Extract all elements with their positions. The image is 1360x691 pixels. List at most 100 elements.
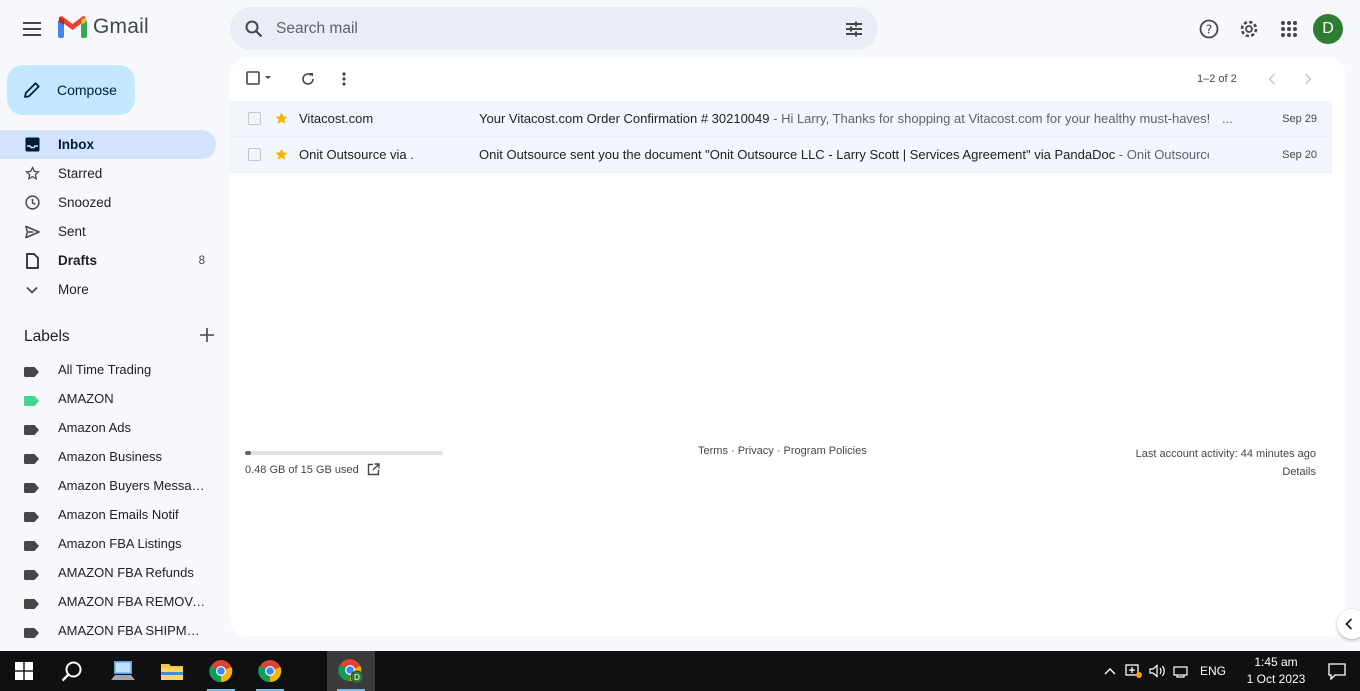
search-icon[interactable] bbox=[232, 20, 276, 38]
sidebar-item-sent[interactable]: Sent bbox=[0, 217, 216, 246]
sidebar-item-label: Sent bbox=[58, 224, 86, 239]
pencil-icon bbox=[24, 82, 40, 98]
windows-taskbar: D ENG 1:45 am 1 Oct 2023 bbox=[0, 651, 1360, 691]
network-warning-icon[interactable] bbox=[1122, 651, 1146, 691]
email-snippet: - Onit Outsource s... bbox=[1118, 147, 1209, 162]
chrome-profile-icon: D bbox=[338, 659, 364, 684]
app-name: Gmail bbox=[93, 15, 149, 38]
sidebar-item-more[interactable]: More bbox=[0, 275, 216, 304]
star-icon bbox=[24, 166, 40, 182]
label-name: AMAZON FBA REMOVAL bbox=[58, 594, 206, 609]
label-item[interactable]: Amazon Emails Notif bbox=[0, 500, 216, 529]
label-item[interactable]: Amazon FBA Listings bbox=[0, 529, 216, 558]
label-item[interactable]: Amazon Business bbox=[0, 442, 216, 471]
label-name: Amazon Business bbox=[58, 449, 163, 464]
activity-details-link[interactable]: Details bbox=[1136, 463, 1316, 481]
list-toolbar: 1–2 of 2 bbox=[230, 58, 1345, 100]
sidebar-item-label: Starred bbox=[58, 166, 103, 181]
top-bar: Gmail ? D bbox=[0, 0, 1360, 58]
sidebar-item-starred[interactable]: Starred bbox=[0, 159, 216, 188]
windows-start-button[interactable] bbox=[0, 651, 48, 691]
email-subject-line: Your Vitacost.com Order Confirmation # 3… bbox=[479, 111, 1239, 126]
apps-grid-icon[interactable] bbox=[1269, 9, 1309, 49]
compose-label: Compose bbox=[57, 82, 117, 98]
windows-logo-icon bbox=[15, 662, 33, 680]
older-page-icon[interactable] bbox=[1298, 69, 1318, 89]
input-language[interactable]: ENG bbox=[1194, 664, 1232, 678]
open-external-icon[interactable] bbox=[367, 463, 380, 476]
label-item[interactable]: All Time Trading bbox=[0, 355, 216, 384]
row-checkbox[interactable] bbox=[248, 148, 261, 161]
label-name: Amazon Buyers Messag... bbox=[58, 478, 206, 493]
label-tag-icon bbox=[24, 481, 39, 493]
network-icon[interactable] bbox=[1170, 651, 1194, 691]
email-subject: Your Vitacost.com Order Confirmation # 3… bbox=[479, 111, 770, 126]
taskbar-search-button[interactable] bbox=[48, 651, 96, 691]
sidebar-item-label: Inbox bbox=[58, 137, 94, 152]
label-item[interactable]: AMAZON FBA Refunds bbox=[0, 558, 216, 587]
search-bar[interactable] bbox=[230, 7, 878, 50]
label-name: AMAZON FBA SHIPMEN... bbox=[58, 623, 206, 638]
activity-text: Last account activity: 44 minutes ago bbox=[1135, 448, 1316, 460]
compose-button[interactable]: Compose bbox=[7, 65, 135, 115]
label-item[interactable]: AMAZON FBA SHIPMEN... bbox=[0, 616, 216, 645]
label-item[interactable]: AMAZON FBA REMOVAL bbox=[0, 587, 216, 616]
newer-page-icon[interactable] bbox=[1262, 69, 1282, 89]
chevron-down-icon bbox=[24, 282, 40, 298]
caret-down-icon[interactable] bbox=[260, 71, 276, 85]
sidebar-item-inbox[interactable]: Inbox bbox=[0, 130, 216, 159]
refresh-icon[interactable] bbox=[298, 69, 318, 89]
gmail-logo[interactable]: Gmail bbox=[58, 15, 149, 39]
row-checkbox[interactable] bbox=[248, 112, 261, 125]
mail-list: Vitacost.com Your Vitacost.com Order Con… bbox=[230, 101, 1332, 173]
label-name: Amazon FBA Listings bbox=[58, 536, 182, 551]
label-name: Amazon Emails Notif bbox=[58, 507, 179, 522]
add-label-icon[interactable] bbox=[200, 327, 214, 347]
storage-fill bbox=[245, 451, 252, 455]
send-icon bbox=[24, 224, 40, 240]
system-tray: ENG 1:45 am 1 Oct 2023 bbox=[1098, 651, 1360, 691]
sidebar-item-label: Snoozed bbox=[58, 195, 112, 210]
label-name: Amazon Ads bbox=[58, 420, 131, 435]
main-menu-button[interactable] bbox=[12, 9, 52, 49]
account-avatar[interactable]: D bbox=[1313, 14, 1343, 44]
email-row[interactable]: Onit Outsource via . Onit Outsource sent… bbox=[230, 137, 1332, 173]
search-options-icon[interactable] bbox=[830, 21, 878, 37]
sidebar-item-label: Drafts bbox=[58, 253, 98, 268]
sidebar-item-snoozed[interactable]: Snoozed bbox=[0, 188, 216, 217]
labels-list: All Time Trading AMAZON Amazon Ads Amazon B… bbox=[0, 355, 216, 645]
footer-links[interactable]: Terms · Privacy · Program Policies bbox=[698, 445, 867, 457]
main-panel: 1–2 of 2 Vitacost.com Your Vitacost.com … bbox=[230, 58, 1345, 636]
taskbar-chrome-profile-d[interactable]: D bbox=[327, 651, 375, 691]
taskbar-chrome-1[interactable] bbox=[197, 651, 245, 691]
taskbar-file-explorer[interactable] bbox=[148, 651, 196, 691]
sidebar-nav: Inbox Starred Snoozed Sent Drafts 8 More bbox=[0, 130, 216, 304]
taskbar-this-pc[interactable] bbox=[99, 651, 147, 691]
folder-icon bbox=[161, 664, 183, 680]
volume-icon[interactable] bbox=[1146, 651, 1170, 691]
label-item[interactable]: AMAZON bbox=[0, 384, 216, 413]
starred-icon[interactable] bbox=[274, 111, 289, 126]
more-vert-icon[interactable] bbox=[334, 69, 354, 89]
label-item[interactable]: Amazon Ads bbox=[0, 413, 216, 442]
taskbar-clock[interactable]: 1:45 am 1 Oct 2023 bbox=[1238, 654, 1314, 688]
search-input[interactable] bbox=[276, 19, 830, 38]
taskbar-chrome-2[interactable] bbox=[246, 651, 294, 691]
label-tag-icon bbox=[24, 452, 39, 464]
settings-gear-icon[interactable] bbox=[1229, 9, 1269, 49]
header-actions: ? D bbox=[1189, 9, 1346, 49]
show-hidden-icons-icon[interactable] bbox=[1098, 651, 1122, 691]
starred-icon[interactable] bbox=[274, 147, 289, 162]
email-more-indicator: ... bbox=[1222, 111, 1233, 126]
label-name: AMAZON bbox=[58, 391, 114, 406]
email-row[interactable]: Vitacost.com Your Vitacost.com Order Con… bbox=[230, 101, 1332, 137]
email-sender: Onit Outsource via . bbox=[299, 147, 414, 162]
account-activity: Last account activity: 44 minutes ago De… bbox=[1136, 445, 1316, 481]
select-all-checkbox[interactable] bbox=[246, 71, 276, 85]
drafts-count: 8 bbox=[198, 254, 205, 267]
notifications-icon[interactable] bbox=[1314, 651, 1360, 691]
sidebar-item-drafts[interactable]: Drafts 8 bbox=[0, 246, 216, 275]
help-icon[interactable]: ? bbox=[1189, 9, 1229, 49]
side-panel-toggle[interactable] bbox=[1337, 609, 1360, 639]
label-item[interactable]: Amazon Buyers Messag... bbox=[0, 471, 216, 500]
